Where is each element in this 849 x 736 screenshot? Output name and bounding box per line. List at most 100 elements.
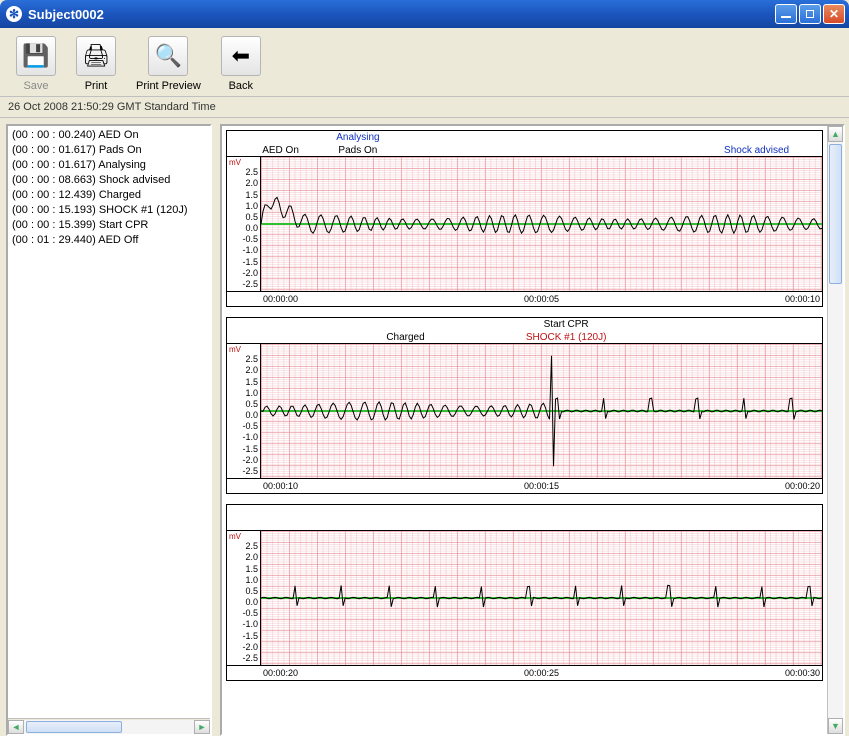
y-tick: 2.0 — [229, 552, 258, 562]
y-tick: 0.5 — [229, 586, 258, 596]
print-button[interactable]: 🖨 Print — [76, 36, 116, 92]
y-tick: -0.5 — [229, 608, 258, 618]
annotation: Pads On — [338, 145, 377, 156]
strip-header: AED OnAnalysingPads OnShock advised — [227, 131, 822, 157]
x-axis: 00:00:10 00:00:15 00:00:20 — [227, 478, 822, 493]
save-button: 💾 Save — [16, 36, 56, 92]
y-tick: -1.0 — [229, 432, 258, 442]
y-tick: 2.5 — [229, 354, 258, 364]
ecg-waveform — [261, 157, 822, 291]
ecg-strip: AED OnAnalysingPads OnShock advisedmV2.5… — [226, 130, 823, 307]
y-tick: 0.0 — [229, 597, 258, 607]
scroll-right-icon[interactable]: ► — [194, 720, 210, 734]
x-tick: 00:00:00 — [263, 294, 298, 304]
event-row[interactable]: (00 : 00 : 00.240) AED On — [12, 128, 206, 143]
ecg-strip: mV2.52.01.51.00.50.0-0.5-1.0-1.5-2.0-2.5… — [226, 504, 823, 681]
strip-body: mV2.52.01.51.00.50.0-0.5-1.0-1.5-2.0-2.5 — [227, 344, 822, 478]
y-tick: 1.5 — [229, 564, 258, 574]
y-tick: -2.0 — [229, 455, 258, 465]
event-list-items: (00 : 00 : 00.240) AED On(00 : 00 : 01.6… — [8, 126, 210, 718]
plot-area — [261, 157, 822, 291]
maximize-button[interactable] — [799, 4, 821, 24]
scroll-thumb[interactable] — [26, 721, 122, 733]
event-row[interactable]: (00 : 00 : 15.399) Start CPR — [12, 218, 206, 233]
y-tick: 2.5 — [229, 541, 258, 551]
ecg-chart-panel: AED OnAnalysingPads OnShock advisedmV2.5… — [220, 124, 845, 736]
y-tick: -2.0 — [229, 642, 258, 652]
y-axis: mV2.52.01.51.00.50.0-0.5-1.0-1.5-2.0-2.5 — [227, 157, 261, 291]
y-tick: 2.5 — [229, 167, 258, 177]
y-tick: -2.0 — [229, 268, 258, 278]
ecg-strip: ChargedStart CPRSHOCK #1 (120J)mV2.52.01… — [226, 317, 823, 494]
event-row[interactable]: (00 : 00 : 15.193) SHOCK #1 (120J) — [12, 203, 206, 218]
y-tick: -0.5 — [229, 234, 258, 244]
y-tick: -1.5 — [229, 444, 258, 454]
y-tick: -2.5 — [229, 279, 258, 289]
x-axis: 00:00:0000:00:0500:00:10 — [227, 291, 822, 306]
x-tick: 00:00:30 — [785, 668, 820, 678]
annotation: Analysing — [336, 132, 379, 143]
x-tick: 00:00:15 — [524, 481, 559, 491]
strip-header — [227, 505, 822, 531]
annotation: Charged — [386, 332, 424, 343]
chart-vscroll[interactable]: ▲ ▼ — [827, 126, 843, 734]
y-axis: mV2.52.01.51.00.50.0-0.5-1.0-1.5-2.0-2.5 — [227, 531, 261, 665]
print-label: Print — [76, 80, 116, 92]
back-icon: ⬅ — [221, 36, 261, 76]
minimize-button[interactable] — [775, 4, 797, 24]
vscroll-thumb[interactable] — [829, 144, 842, 284]
save-icon: 💾 — [16, 36, 56, 76]
y-tick: -1.0 — [229, 245, 258, 255]
save-label: Save — [16, 80, 56, 92]
y-tick: -1.0 — [229, 619, 258, 629]
app-icon: ✻ — [6, 6, 22, 22]
x-axis: 00:00:20 00:00:25 00:00:30 — [227, 665, 822, 680]
window-buttons: ✕ — [775, 4, 845, 24]
ecg-waveform — [261, 531, 822, 665]
strip-header: ChargedStart CPRSHOCK #1 (120J) — [227, 318, 822, 344]
strip-body: mV2.52.01.51.00.50.0-0.5-1.0-1.5-2.0-2.5 — [227, 157, 822, 291]
scroll-left-icon[interactable]: ◄ — [8, 720, 24, 734]
y-tick: 1.5 — [229, 190, 258, 200]
x-tick: 00:00:10 — [263, 481, 298, 491]
main-area: (00 : 00 : 00.240) AED On(00 : 00 : 01.6… — [0, 118, 849, 736]
y-tick: 1.0 — [229, 201, 258, 211]
print-preview-icon: 🔍 — [148, 36, 188, 76]
y-tick: 1.5 — [229, 377, 258, 387]
y-tick: 2.0 — [229, 365, 258, 375]
y-tick: -1.5 — [229, 257, 258, 267]
print-preview-label: Print Preview — [136, 80, 201, 92]
vscroll-track[interactable] — [828, 142, 843, 718]
event-list[interactable]: (00 : 00 : 00.240) AED On(00 : 00 : 01.6… — [6, 124, 212, 736]
event-row[interactable]: (00 : 00 : 01.617) Pads On — [12, 143, 206, 158]
scroll-track[interactable] — [24, 720, 194, 734]
titlebar: ✻ Subject0002 ✕ — [0, 0, 849, 28]
x-tick: 00:00:20 — [263, 668, 298, 678]
close-button[interactable]: ✕ — [823, 4, 845, 24]
print-preview-button[interactable]: 🔍 Print Preview — [136, 36, 201, 92]
y-tick: 0.0 — [229, 223, 258, 233]
event-row[interactable]: (00 : 00 : 08.663) Shock advised — [12, 173, 206, 188]
ecg-strips: AED OnAnalysingPads OnShock advisedmV2.5… — [222, 126, 827, 734]
back-label: Back — [221, 80, 261, 92]
annotation: SHOCK #1 (120J) — [526, 332, 607, 343]
x-tick: 00:00:20 — [785, 481, 820, 491]
plot-area — [261, 531, 822, 665]
y-axis: mV2.52.01.51.00.50.0-0.5-1.0-1.5-2.0-2.5 — [227, 344, 261, 478]
back-button[interactable]: ⬅ Back — [221, 36, 261, 92]
y-tick: -0.5 — [229, 421, 258, 431]
event-row[interactable]: (00 : 01 : 29.440) AED Off — [12, 233, 206, 248]
annotation: Shock advised — [724, 145, 789, 156]
event-row[interactable]: (00 : 00 : 01.617) Analysing — [12, 158, 206, 173]
x-tick: 00:00:10 — [785, 294, 820, 304]
recording-timestamp: 26 Oct 2008 21:50:29 GMT Standard Time — [0, 97, 849, 118]
event-row[interactable]: (00 : 00 : 12.439) Charged — [12, 188, 206, 203]
strip-body: mV2.52.01.51.00.50.0-0.5-1.0-1.5-2.0-2.5 — [227, 531, 822, 665]
x-tick: 00:00:25 — [524, 668, 559, 678]
y-tick: 0.5 — [229, 399, 258, 409]
scroll-up-icon[interactable]: ▲ — [828, 126, 843, 142]
y-tick: 0.0 — [229, 410, 258, 420]
y-tick: -2.5 — [229, 466, 258, 476]
y-tick: 0.5 — [229, 212, 258, 222]
y-tick: 2.0 — [229, 178, 258, 188]
